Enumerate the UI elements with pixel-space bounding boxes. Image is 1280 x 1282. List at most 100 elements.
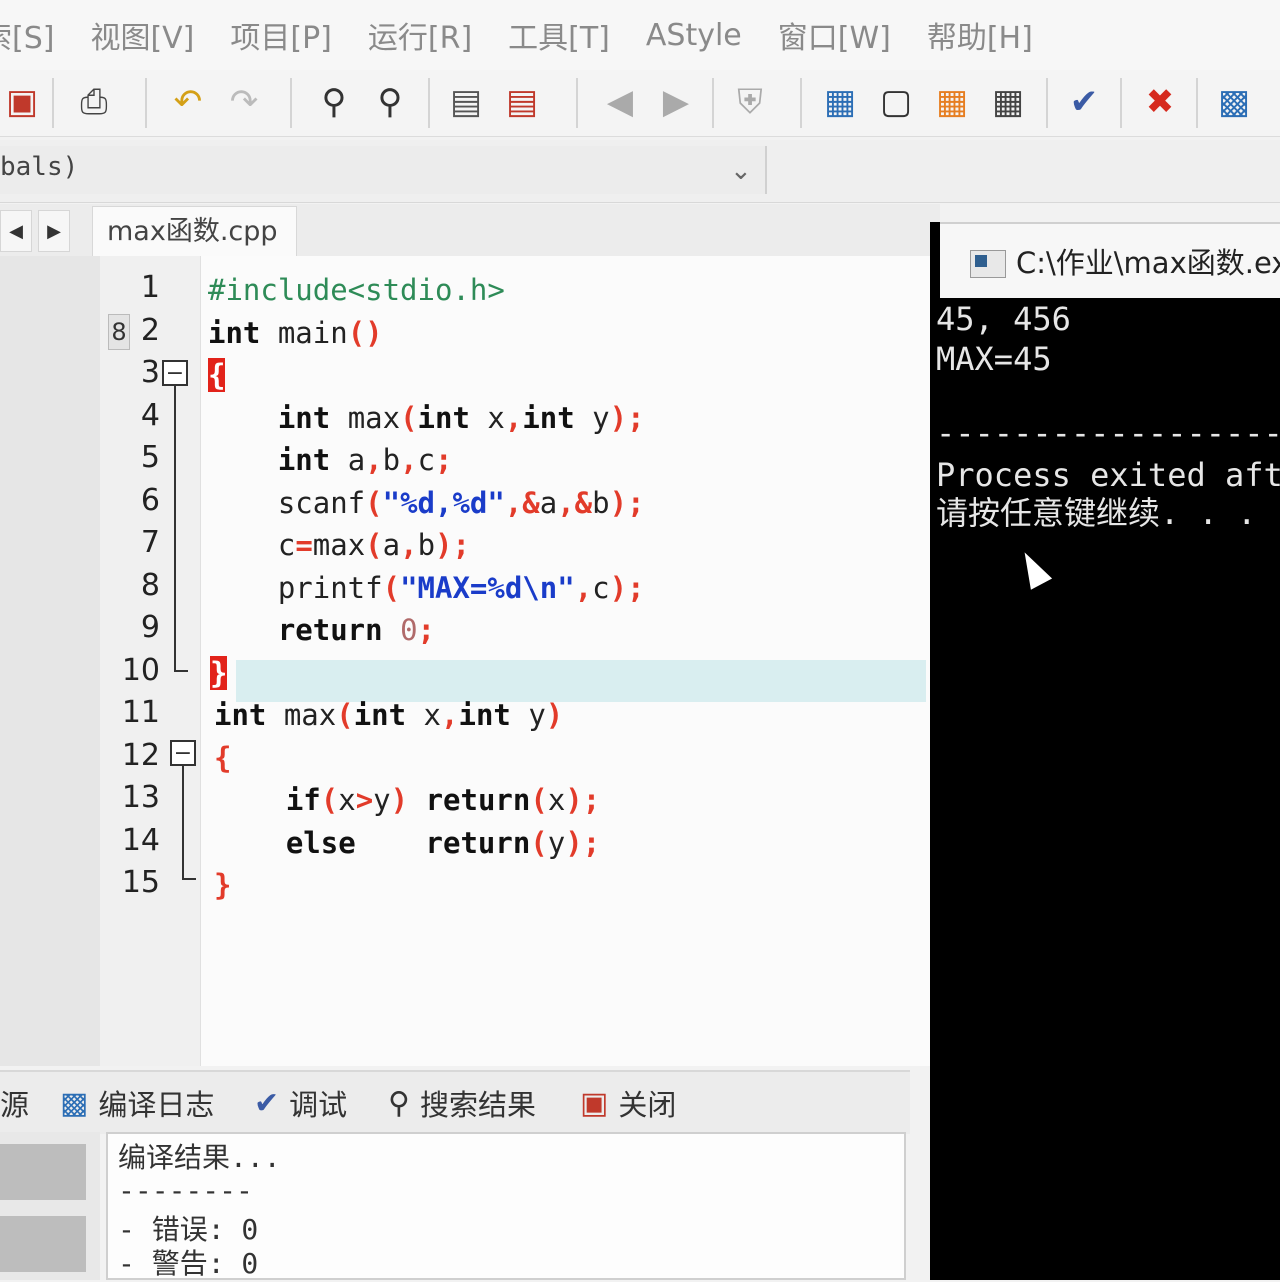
grid-view-icon[interactable]: ▦ — [818, 80, 862, 124]
code-token: y — [510, 698, 546, 732]
close-file-icon[interactable]: ▣ — [0, 80, 44, 124]
color-grid-icon[interactable]: ▦ — [930, 80, 974, 124]
code-token: c — [208, 528, 296, 562]
code-token: x — [469, 400, 505, 435]
code-line[interactable]: printf("MAX=%d\n",c); — [208, 568, 645, 608]
code-token: return — [425, 783, 531, 817]
unindent-icon[interactable]: ▤ — [500, 80, 544, 124]
code-line[interactable]: int main() — [208, 313, 383, 353]
code-line[interactable]: else return(y); — [216, 823, 600, 863]
indent-icon[interactable]: ▤ — [444, 80, 488, 124]
chevron-down-icon[interactable]: ⌄ — [730, 156, 752, 186]
stop-icon[interactable]: ✖ — [1138, 80, 1182, 124]
redo-icon[interactable]: ↷ — [222, 80, 266, 124]
search-document-icon: ⚲ — [388, 1085, 410, 1121]
tab-close-label: 关闭 — [618, 1088, 677, 1122]
find-icon[interactable]: ⚲ — [312, 80, 356, 124]
shield-icon[interactable]: ⛨ — [728, 80, 772, 124]
code-token: int — [277, 443, 331, 477]
window-icon[interactable]: ▢ — [874, 80, 918, 124]
code-token: b — [382, 443, 401, 477]
menu-view[interactable]: 视图[V] — [90, 13, 194, 57]
code-token: ,& — [504, 485, 540, 520]
menu-tools[interactable]: 工具[T] — [508, 13, 610, 57]
code-line[interactable]: int max(int x,int y); — [208, 398, 645, 438]
code-token: y — [574, 400, 610, 435]
tile-icon[interactable]: ▦ — [986, 80, 1030, 124]
code-token: scanf — [208, 485, 366, 520]
menu-project[interactable]: 项目[P] — [230, 13, 332, 57]
code-token: ( — [400, 400, 418, 435]
code-token: ); — [435, 528, 470, 562]
console-title-bar[interactable]: C:\作业\max函数.exe — [940, 222, 1280, 298]
console-output-line: Process exited afte — [936, 456, 1280, 494]
code-token: , — [400, 443, 418, 477]
console-title: C:\作业\max函数.exe — [1016, 246, 1280, 280]
tab-search-results[interactable]: ⚲ 搜索结果 — [388, 1078, 536, 1128]
code-editor[interactable]: 8 #include<stdio.h> int main(){ int max(i… — [100, 256, 930, 1066]
code-token: c — [417, 443, 436, 477]
code-token: "MAX=%d\n" — [400, 570, 575, 605]
code-line[interactable]: if(x>y) return(x); — [216, 780, 600, 820]
print-icon[interactable]: ⎙ — [72, 80, 116, 124]
tab-compile-log[interactable]: ▩ 编译日志 — [60, 1078, 214, 1128]
bar-chart-icon: ▩ — [60, 1085, 89, 1121]
line-number: 5 — [140, 440, 160, 475]
forward-icon[interactable]: ▶ — [654, 80, 698, 124]
menu-astyle[interactable]: AStyle — [646, 18, 742, 53]
code-line[interactable]: } — [210, 653, 228, 693]
code-token: ); — [609, 400, 645, 435]
fold-toggle-icon[interactable]: − — [162, 360, 188, 386]
code-token: > — [355, 783, 374, 817]
menu-run[interactable]: 运行[R] — [368, 13, 472, 57]
code-token: max — [330, 400, 401, 435]
tab-resources-label: 源 — [0, 1088, 30, 1122]
console-window[interactable]: C:\作业\max函数.exe 45, 456 MAX=45 ---------… — [930, 222, 1280, 1280]
code-line[interactable]: int max(int x,int y) — [214, 695, 563, 735]
tab-compile-log-label: 编译日志 — [98, 1088, 215, 1122]
code-line[interactable]: c=max(a,b); — [208, 525, 470, 565]
toolbar-separator — [1120, 78, 1122, 128]
line-number: 4 — [140, 397, 160, 433]
check-icon[interactable]: ✔ — [1062, 80, 1106, 124]
toolbar-separator — [52, 78, 54, 128]
menu-window[interactable]: 窗口[W] — [778, 13, 891, 57]
tab-scroll-right-icon[interactable]: ▶ — [38, 210, 70, 252]
console-output-line: 45, 456 — [936, 300, 1071, 338]
tab-scroll-left-icon[interactable]: ◀ — [0, 210, 32, 252]
code-line[interactable]: { — [208, 355, 226, 395]
menu-help[interactable]: 帮助[H] — [927, 13, 1033, 57]
tab-resources[interactable]: 源 — [0, 1078, 29, 1128]
undo-icon[interactable]: ↶ — [166, 80, 210, 124]
bar-chart-icon[interactable]: ▩ — [1212, 80, 1256, 124]
code-token: b — [417, 528, 436, 562]
code-token: main — [260, 315, 348, 350]
menu-search[interactable]: 索[S] — [0, 13, 54, 57]
fold-toggle-icon[interactable]: − — [170, 740, 196, 766]
project-panel — [0, 256, 102, 1066]
scope-dropdown[interactable]: bals) ⌄ — [0, 146, 767, 194]
code-token: printf — [208, 570, 383, 605]
console-output-line: MAX=45 — [936, 340, 1052, 378]
code-line[interactable]: int a,b,c; — [208, 440, 453, 480]
code-line[interactable]: #include<stdio.h> — [208, 270, 505, 310]
code-token: max — [266, 698, 337, 732]
code-token: ) — [390, 783, 409, 817]
close-window-icon: ▣ — [580, 1085, 609, 1121]
code-token: ; — [417, 613, 436, 647]
code-line[interactable]: } — [214, 865, 231, 905]
code-line[interactable]: { — [214, 738, 231, 778]
code-line[interactable]: return 0; — [208, 610, 435, 650]
tab-debug[interactable]: ✔ 调试 — [254, 1078, 347, 1128]
back-icon[interactable]: ◀ — [598, 80, 642, 124]
replace-icon[interactable]: ⚲ — [368, 80, 412, 124]
code-line[interactable]: scanf("%d,%d",&a,&b); — [208, 483, 645, 523]
code-token: int — [214, 698, 267, 732]
tab-close[interactable]: ▣ 关闭 — [580, 1078, 676, 1128]
toolbar-separator — [1046, 78, 1048, 128]
tab-file[interactable]: max函数.cpp — [92, 206, 297, 256]
